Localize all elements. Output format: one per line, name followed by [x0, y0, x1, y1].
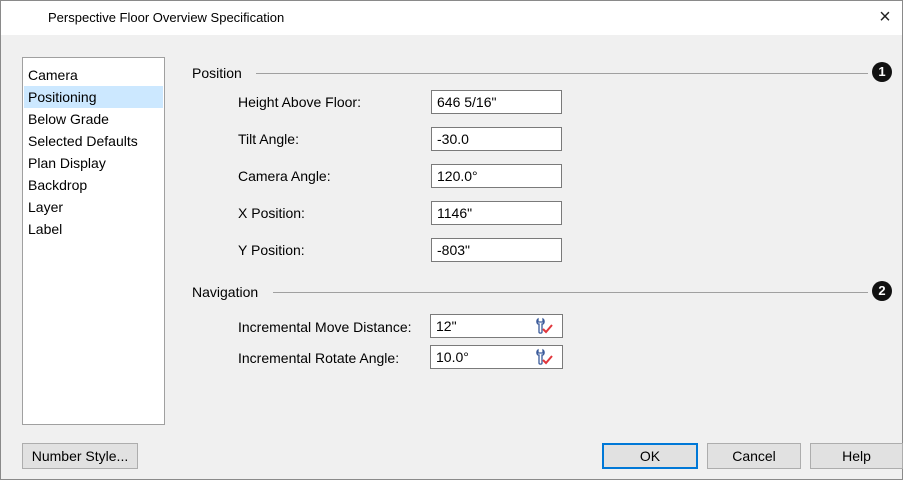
- incremental-rotate-angle-input[interactable]: 10.0°: [430, 345, 563, 369]
- tilt-angle-input[interactable]: -30.0: [431, 127, 562, 151]
- tilt-angle-label: Tilt Angle:: [238, 131, 299, 147]
- dialog-window: Perspective Floor Overview Specification…: [0, 0, 903, 480]
- x-position-label: X Position:: [238, 205, 305, 221]
- nav-item-layer[interactable]: Layer: [24, 196, 163, 218]
- title-bar: Perspective Floor Overview Specification…: [1, 1, 902, 35]
- camera-angle-label: Camera Angle:: [238, 168, 331, 184]
- navigation-group-divider: [273, 292, 868, 293]
- height-above-floor-label: Height Above Floor:: [238, 94, 361, 110]
- camera-angle-input[interactable]: 120.0°: [431, 164, 562, 188]
- y-position-input[interactable]: -803": [431, 238, 562, 262]
- nav-item-selected-defaults[interactable]: Selected Defaults: [24, 130, 163, 152]
- y-position-label: Y Position:: [238, 242, 305, 258]
- incremental-rotate-angle-label: Incremental Rotate Angle:: [238, 350, 400, 366]
- window-title: Perspective Floor Overview Specification: [48, 10, 285, 25]
- category-list: Camera Positioning Below Grade Selected …: [22, 57, 165, 425]
- incremental-move-distance-label: Incremental Move Distance:: [238, 319, 412, 335]
- nav-item-positioning[interactable]: Positioning: [24, 86, 163, 108]
- position-group-title: Position: [192, 65, 242, 81]
- callout-marker-2: 2: [872, 281, 892, 301]
- position-group-divider: [256, 73, 868, 74]
- nav-item-backdrop[interactable]: Backdrop: [24, 174, 163, 196]
- incremental-move-distance-value: 12": [436, 318, 457, 334]
- wrench-check-icon[interactable]: [534, 348, 554, 366]
- nav-item-plan-display[interactable]: Plan Display: [24, 152, 163, 174]
- incremental-move-distance-input[interactable]: 12": [430, 314, 563, 338]
- nav-item-camera[interactable]: Camera: [24, 64, 163, 86]
- navigation-group-title: Navigation: [192, 284, 259, 300]
- number-style-button[interactable]: Number Style...: [22, 443, 138, 469]
- nav-item-below-grade[interactable]: Below Grade: [24, 108, 163, 130]
- help-button[interactable]: Help: [810, 443, 903, 469]
- ok-button[interactable]: OK: [602, 443, 698, 469]
- wrench-check-icon[interactable]: [534, 317, 554, 335]
- incremental-rotate-angle-value: 10.0°: [436, 349, 469, 365]
- callout-marker-1: 1: [872, 62, 892, 82]
- close-icon[interactable]: ×: [874, 4, 896, 30]
- nav-item-label[interactable]: Label: [24, 218, 163, 240]
- cancel-button[interactable]: Cancel: [707, 443, 801, 469]
- x-position-input[interactable]: 1146": [431, 201, 562, 225]
- height-above-floor-input[interactable]: 646 5/16": [431, 90, 562, 114]
